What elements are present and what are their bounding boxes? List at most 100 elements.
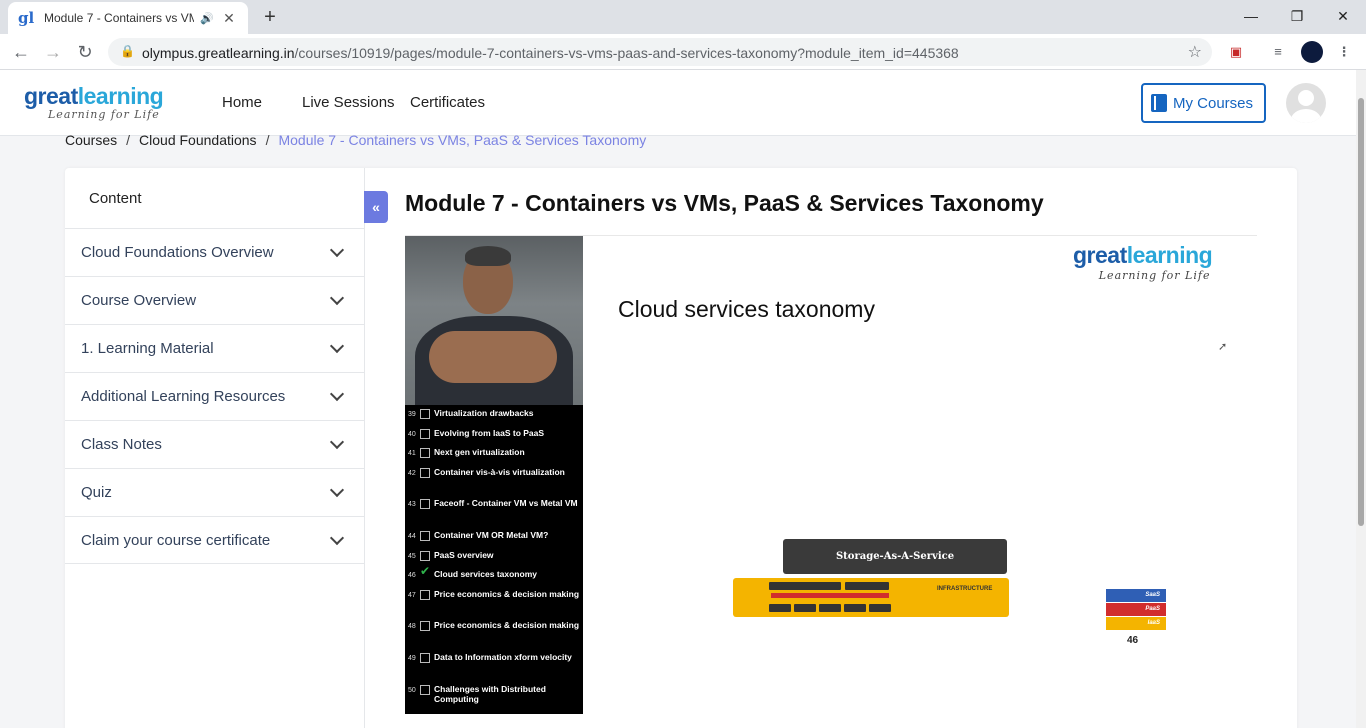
- toc-item-label: Challenges with Distributed Computing: [434, 683, 546, 704]
- toc-item-number: 50: [408, 686, 416, 694]
- browser-tab-strip: gl Module 7 - Containers vs VMs, PaaS & …: [0, 0, 1366, 34]
- toc-item-number: 46: [408, 572, 416, 580]
- presenter-video-frame: [405, 236, 583, 405]
- forward-icon[interactable]: →: [40, 40, 66, 64]
- bookmark-star-icon[interactable]: ☆: [1188, 42, 1202, 62]
- reload-icon[interactable]: ↻: [72, 40, 98, 64]
- video-table-of-contents: 39 Virtualization drawbacks 40 Evolving fro…: [405, 408, 583, 714]
- toc-item-number: 43: [408, 501, 416, 509]
- toc-item-label: Container VM OR Metal VM?: [434, 529, 549, 540]
- nav-home[interactable]: Home: [222, 94, 262, 111]
- audio-playing-icon[interactable]: 🔊: [200, 12, 214, 25]
- greatlearning-logo[interactable]: greatlearning Learning for Life: [24, 84, 164, 121]
- breadcrumb-courses[interactable]: Courses: [65, 132, 117, 148]
- storage-as-a-service-box: Storage-As-A-Service: [783, 539, 1007, 574]
- toc-item-label: Faceoff - Container VM vs Metal VM: [434, 498, 578, 509]
- extension-icon[interactable]: ▣: [1226, 42, 1246, 62]
- slide-number: 46: [1127, 635, 1139, 646]
- nav-live-sessions[interactable]: Live Sessions: [302, 94, 395, 111]
- book-icon: [1151, 94, 1167, 112]
- scrollbar-thumb[interactable]: [1358, 98, 1364, 526]
- toc-item: 48 Price economics & decision making: [405, 620, 583, 652]
- toc-item-number: 48: [408, 623, 416, 631]
- toc-item-number: 44: [408, 532, 416, 540]
- close-tab-icon[interactable]: ✕: [220, 10, 238, 27]
- site-header: greatlearning Learning for Life Home Liv…: [0, 70, 1366, 136]
- toc-item-number: 41: [408, 450, 416, 458]
- toc-item: 44 Container VM OR Metal VM?: [405, 530, 583, 550]
- slide-title: Cloud services taxonomy: [618, 296, 875, 322]
- checkbox-icon: [420, 684, 430, 695]
- checkbox-icon: [420, 621, 430, 632]
- chevron-down-icon: [329, 386, 345, 402]
- tab-title: Module 7 - Containers vs VMs, PaaS & Ser…: [44, 11, 194, 25]
- page-title: Module 7 - Containers vs VMs, PaaS & Ser…: [405, 190, 1044, 216]
- checkbox-icon: [420, 499, 430, 510]
- breadcrumb: Courses / Cloud Foundations / Module 7 - Con…: [65, 132, 647, 148]
- toc-item-number: 45: [408, 552, 416, 560]
- toc-item: 50 Challenges with Distributed Computing: [405, 684, 583, 714]
- breadcrumb-cloud-foundations[interactable]: Cloud Foundations: [139, 132, 257, 148]
- toc-item: 46 ✔ Cloud services taxonomy: [405, 564, 583, 589]
- address-bar[interactable]: 🔒 olympus.greatlearning.in/courses/10919…: [108, 38, 1212, 66]
- sidebar-item-cloud-foundations-overview[interactable]: Cloud Foundations Overview: [65, 228, 364, 276]
- my-courses-button[interactable]: My Courses: [1141, 83, 1266, 123]
- restore-icon[interactable]: ❐: [1274, 4, 1320, 28]
- presentation-slide: greatlearning Learning for Life Cloud se…: [583, 236, 1257, 714]
- toc-item-number: 42: [408, 469, 416, 477]
- page-scrollbar[interactable]: [1356, 70, 1366, 728]
- chevron-down-icon: [329, 290, 345, 306]
- profile-avatar-icon[interactable]: [1301, 41, 1323, 63]
- checkbox-icon: [420, 467, 430, 478]
- lock-icon[interactable]: 🔒: [120, 44, 135, 58]
- close-window-icon[interactable]: ✕: [1320, 4, 1366, 28]
- collapse-sidebar-button[interactable]: «: [364, 191, 388, 223]
- browser-tab[interactable]: gl Module 7 - Containers vs VMs, PaaS & …: [8, 2, 248, 34]
- checkbox-icon: [420, 409, 430, 419]
- toc-item: 43 Faceoff - Container VM vs Metal VM: [405, 498, 583, 530]
- toc-item-number: 47: [408, 591, 416, 599]
- video-player[interactable]: 39 Virtualization drawbacks 40 Evolving fro…: [405, 235, 1257, 714]
- back-icon[interactable]: ←: [8, 40, 34, 64]
- checkmark-icon: ✔: [420, 564, 431, 579]
- checkbox-icon: [420, 448, 430, 459]
- toc-item-label: Price economics & decision making: [434, 620, 580, 631]
- saas-layer: SaaS: [1106, 589, 1166, 602]
- sidebar-item-additional-resources[interactable]: Additional Learning Resources: [65, 372, 364, 420]
- chevron-down-icon: [329, 482, 345, 498]
- slide-greatlearning-logo: greatlearning Learning for Life: [1073, 242, 1213, 282]
- logo-tagline: Learning for Life: [48, 108, 160, 121]
- checkbox-icon: [420, 530, 430, 541]
- content-sidebar: Content Cloud Foundations Overview Cours…: [65, 168, 365, 728]
- sidebar-item-claim-certificate[interactable]: Claim your course certificate: [65, 516, 364, 564]
- minimize-icon[interactable]: —: [1228, 4, 1274, 28]
- toc-item-label: Data to Information xform velocity: [434, 651, 572, 662]
- toc-item-label: Cloud services taxonomy: [434, 569, 537, 580]
- content-card: Content Cloud Foundations Overview Cours…: [65, 168, 1297, 728]
- user-avatar[interactable]: [1286, 83, 1326, 123]
- checkbox-icon: [420, 550, 430, 561]
- checkbox-icon: [420, 652, 430, 663]
- sidebar-item-class-notes[interactable]: Class Notes: [65, 420, 364, 468]
- toc-item: 47 Price economics & decision making: [405, 589, 583, 621]
- chevron-down-icon: [329, 434, 345, 450]
- toc-item: 42 Container vis-à-vis virtualization: [405, 467, 583, 499]
- chevron-down-icon: [329, 338, 345, 354]
- new-tab-icon[interactable]: +: [258, 5, 282, 29]
- iaas-layer: IaaS: [1106, 617, 1166, 630]
- sidebar-item-course-overview[interactable]: Course Overview: [65, 276, 364, 324]
- browser-menu-icon[interactable]: ⋮: [1334, 42, 1354, 62]
- nav-certificates[interactable]: Certificates: [410, 94, 485, 111]
- checkbox-icon: [420, 428, 430, 439]
- video-left-panel: 39 Virtualization drawbacks 40 Evolving fro…: [405, 236, 583, 714]
- toc-item-label: Virtualization drawbacks: [434, 408, 534, 418]
- media-control-icon[interactable]: ≡: [1268, 42, 1288, 62]
- infrastructure-label: INFRASTRUCTURE: [937, 586, 993, 592]
- sidebar-item-learning-material[interactable]: 1. Learning Material: [65, 324, 364, 372]
- toc-item-label: Container vis-à-vis virtualization: [434, 466, 565, 477]
- chevron-down-icon: [329, 530, 345, 545]
- toc-item: 41 Next gen virtualization: [405, 447, 583, 467]
- sidebar-item-quiz[interactable]: Quiz: [65, 468, 364, 516]
- checkbox-icon: [420, 589, 430, 600]
- site-favicon-icon: gl: [18, 9, 35, 27]
